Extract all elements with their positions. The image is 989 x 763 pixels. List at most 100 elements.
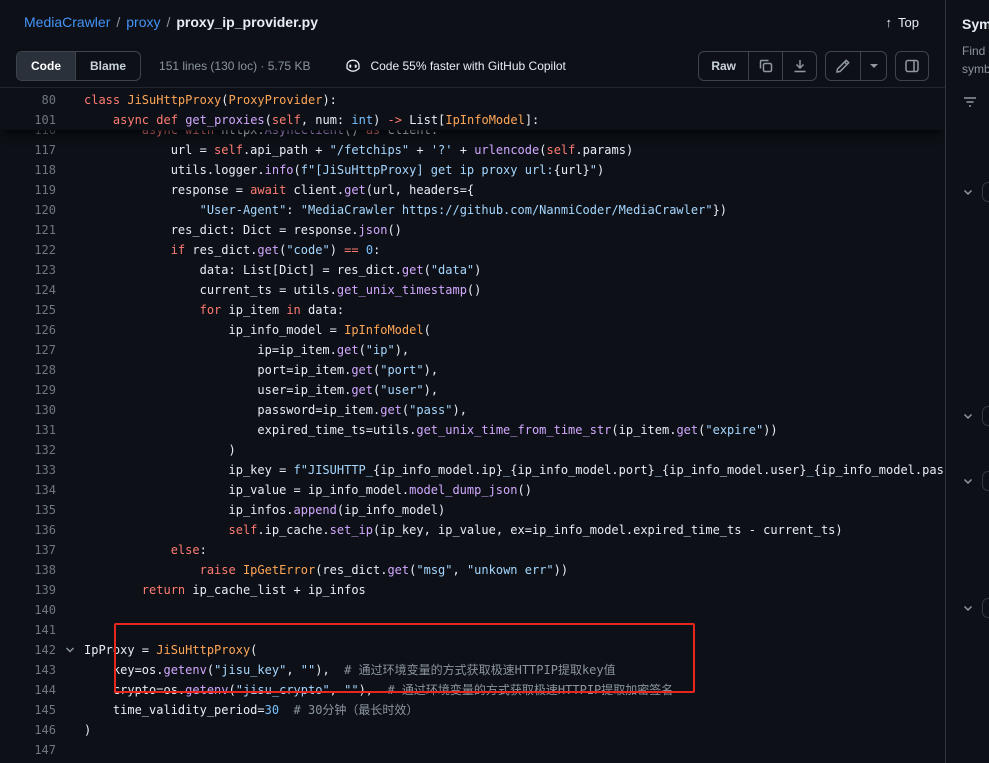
line-number[interactable]: 134 <box>0 480 56 500</box>
line-number[interactable]: 123 <box>0 260 56 280</box>
code-line-135: 135 ip_infos.append(ip_info_model) <box>0 500 945 520</box>
code-text: response = await client.get(url, headers… <box>84 180 474 200</box>
code-line-128: 128 port=ip_item.get("port"), <box>0 360 945 380</box>
code-text: data: List[Dict] = res_dict.get("data") <box>84 260 481 280</box>
github-code-view: MediaCrawler / proxy / proxy_ip_provider… <box>0 0 989 763</box>
code-line-139: 139 return ip_cache_list + ip_infos <box>0 580 945 600</box>
filter-button[interactable] <box>962 94 978 110</box>
line-number[interactable]: 133 <box>0 460 56 480</box>
symbol-item[interactable] <box>962 182 989 202</box>
code-line-122: 122 if res_dict.get("code") == 0: <box>0 240 945 260</box>
copy-icon <box>758 58 774 74</box>
gutter-spacer <box>56 720 84 740</box>
copilot-banner[interactable]: Code 55% faster with GitHub Copilot <box>344 57 565 75</box>
scroll-to-top-button[interactable]: ↑ Top <box>880 14 925 31</box>
code-line-134: 134 ip_value = ip_info_model.model_dump_… <box>0 480 945 500</box>
line-number[interactable]: 122 <box>0 240 56 260</box>
breadcrumb-repo-link[interactable]: MediaCrawler <box>24 14 110 30</box>
line-number[interactable]: 136 <box>0 520 56 540</box>
symbol-item[interactable] <box>962 471 989 491</box>
gutter-spacer <box>56 620 84 640</box>
code-line-120: 120 "User-Agent": "MediaCrawler https://… <box>0 200 945 220</box>
line-number[interactable]: 138 <box>0 560 56 580</box>
line-number[interactable]: 117 <box>0 140 56 160</box>
gutter-spacer <box>56 600 84 620</box>
symbols-panel-toggle[interactable] <box>895 51 929 81</box>
code-line-132: 132 ) <box>0 440 945 460</box>
line-number[interactable]: 118 <box>0 160 56 180</box>
edit-button[interactable] <box>826 52 860 80</box>
line-number[interactable]: 135 <box>0 500 56 520</box>
gutter-spacer <box>56 560 84 580</box>
code-text: key=os.getenv("jisu_key", ""), # 通过环境变量的… <box>84 660 616 680</box>
line-number[interactable]: 147 <box>0 740 56 760</box>
symbol-pill <box>982 182 989 202</box>
code-area: 80 class JiSuHttpProxy(ProxyProvider): 101… <box>0 88 945 763</box>
code-text: ip_info_model = IpInfoModel( <box>84 320 431 340</box>
download-button[interactable] <box>782 52 816 80</box>
copilot-icon <box>344 57 362 75</box>
line-number[interactable]: 129 <box>0 380 56 400</box>
line-number[interactable]: 137 <box>0 540 56 560</box>
gutter-spacer <box>56 480 84 500</box>
tab-blame[interactable]: Blame <box>76 52 140 80</box>
line-number[interactable]: 120 <box>0 200 56 220</box>
file-info: 151 lines (130 loc) · 5.75 KB <box>159 59 310 73</box>
edit-group <box>825 51 887 81</box>
gutter-spacer <box>56 460 84 480</box>
code-text: crypto=os.getenv("jisu_crypto", ""), # 通… <box>84 680 673 700</box>
symbols-panel: Symbols Find definitions and references … <box>945 0 989 763</box>
gutter-spacer <box>56 140 84 160</box>
code-text: ) <box>84 440 236 460</box>
line-number[interactable]: 131 <box>0 420 56 440</box>
code-line-126: 126 ip_info_model = IpInfoModel( <box>0 320 945 340</box>
code-line-137: 137 else: <box>0 540 945 560</box>
gutter-spacer <box>56 220 84 240</box>
gutter-spacer <box>56 540 84 560</box>
line-number[interactable]: 126 <box>0 320 56 340</box>
line-number[interactable]: 80 <box>0 90 56 110</box>
gutter-spacer <box>56 280 84 300</box>
raw-button[interactable]: Raw <box>699 52 748 80</box>
code-text: class JiSuHttpProxy(ProxyProvider): <box>84 90 337 110</box>
code-text: current_ts = utils.get_unix_timestamp() <box>84 280 481 300</box>
toolbar-actions: Raw <box>698 51 929 81</box>
copy-button[interactable] <box>748 52 782 80</box>
line-number[interactable]: 141 <box>0 620 56 640</box>
file-header: MediaCrawler / proxy / proxy_ip_provider… <box>0 0 945 44</box>
line-number[interactable]: 127 <box>0 340 56 360</box>
collapse-chevron-icon[interactable] <box>56 640 84 660</box>
line-number[interactable]: 121 <box>0 220 56 240</box>
line-number[interactable]: 144 <box>0 680 56 700</box>
breadcrumb-separator: / <box>166 14 170 30</box>
symbol-pill <box>982 406 989 426</box>
code-text: "User-Agent": "MediaCrawler https://gith… <box>84 200 727 220</box>
line-number[interactable]: 143 <box>0 660 56 680</box>
line-number[interactable]: 132 <box>0 440 56 460</box>
code-line-118: 118 utils.logger.info(f"[JiSuHttpProxy] … <box>0 160 945 180</box>
gutter-spacer <box>56 660 84 680</box>
code-text: else: <box>84 540 207 560</box>
line-number[interactable]: 128 <box>0 360 56 380</box>
line-number[interactable]: 101 <box>0 110 56 130</box>
line-number[interactable]: 130 <box>0 400 56 420</box>
breadcrumb-folder-link[interactable]: proxy <box>126 14 160 30</box>
code-text: ip_infos.append(ip_info_model) <box>84 500 445 520</box>
line-number[interactable]: 146 <box>0 720 56 740</box>
gutter-spacer <box>56 400 84 420</box>
line-number[interactable]: 145 <box>0 700 56 720</box>
code-text: return ip_cache_list + ip_infos <box>84 580 366 600</box>
line-number[interactable]: 142 <box>0 640 56 660</box>
tab-code[interactable]: Code <box>17 52 76 80</box>
chevron-down-icon <box>962 602 974 614</box>
symbol-item[interactable] <box>962 598 989 618</box>
line-number[interactable]: 139 <box>0 580 56 600</box>
line-number[interactable]: 125 <box>0 300 56 320</box>
line-number[interactable]: 140 <box>0 600 56 620</box>
copilot-text: Code 55% faster with GitHub Copilot <box>370 59 565 73</box>
line-number[interactable]: 124 <box>0 280 56 300</box>
symbol-item[interactable] <box>962 406 989 426</box>
line-number[interactable]: 119 <box>0 180 56 200</box>
edit-dropdown-button[interactable] <box>860 52 886 80</box>
code-line-138: 138 raise IpGetError(res_dict.get("msg",… <box>0 560 945 580</box>
